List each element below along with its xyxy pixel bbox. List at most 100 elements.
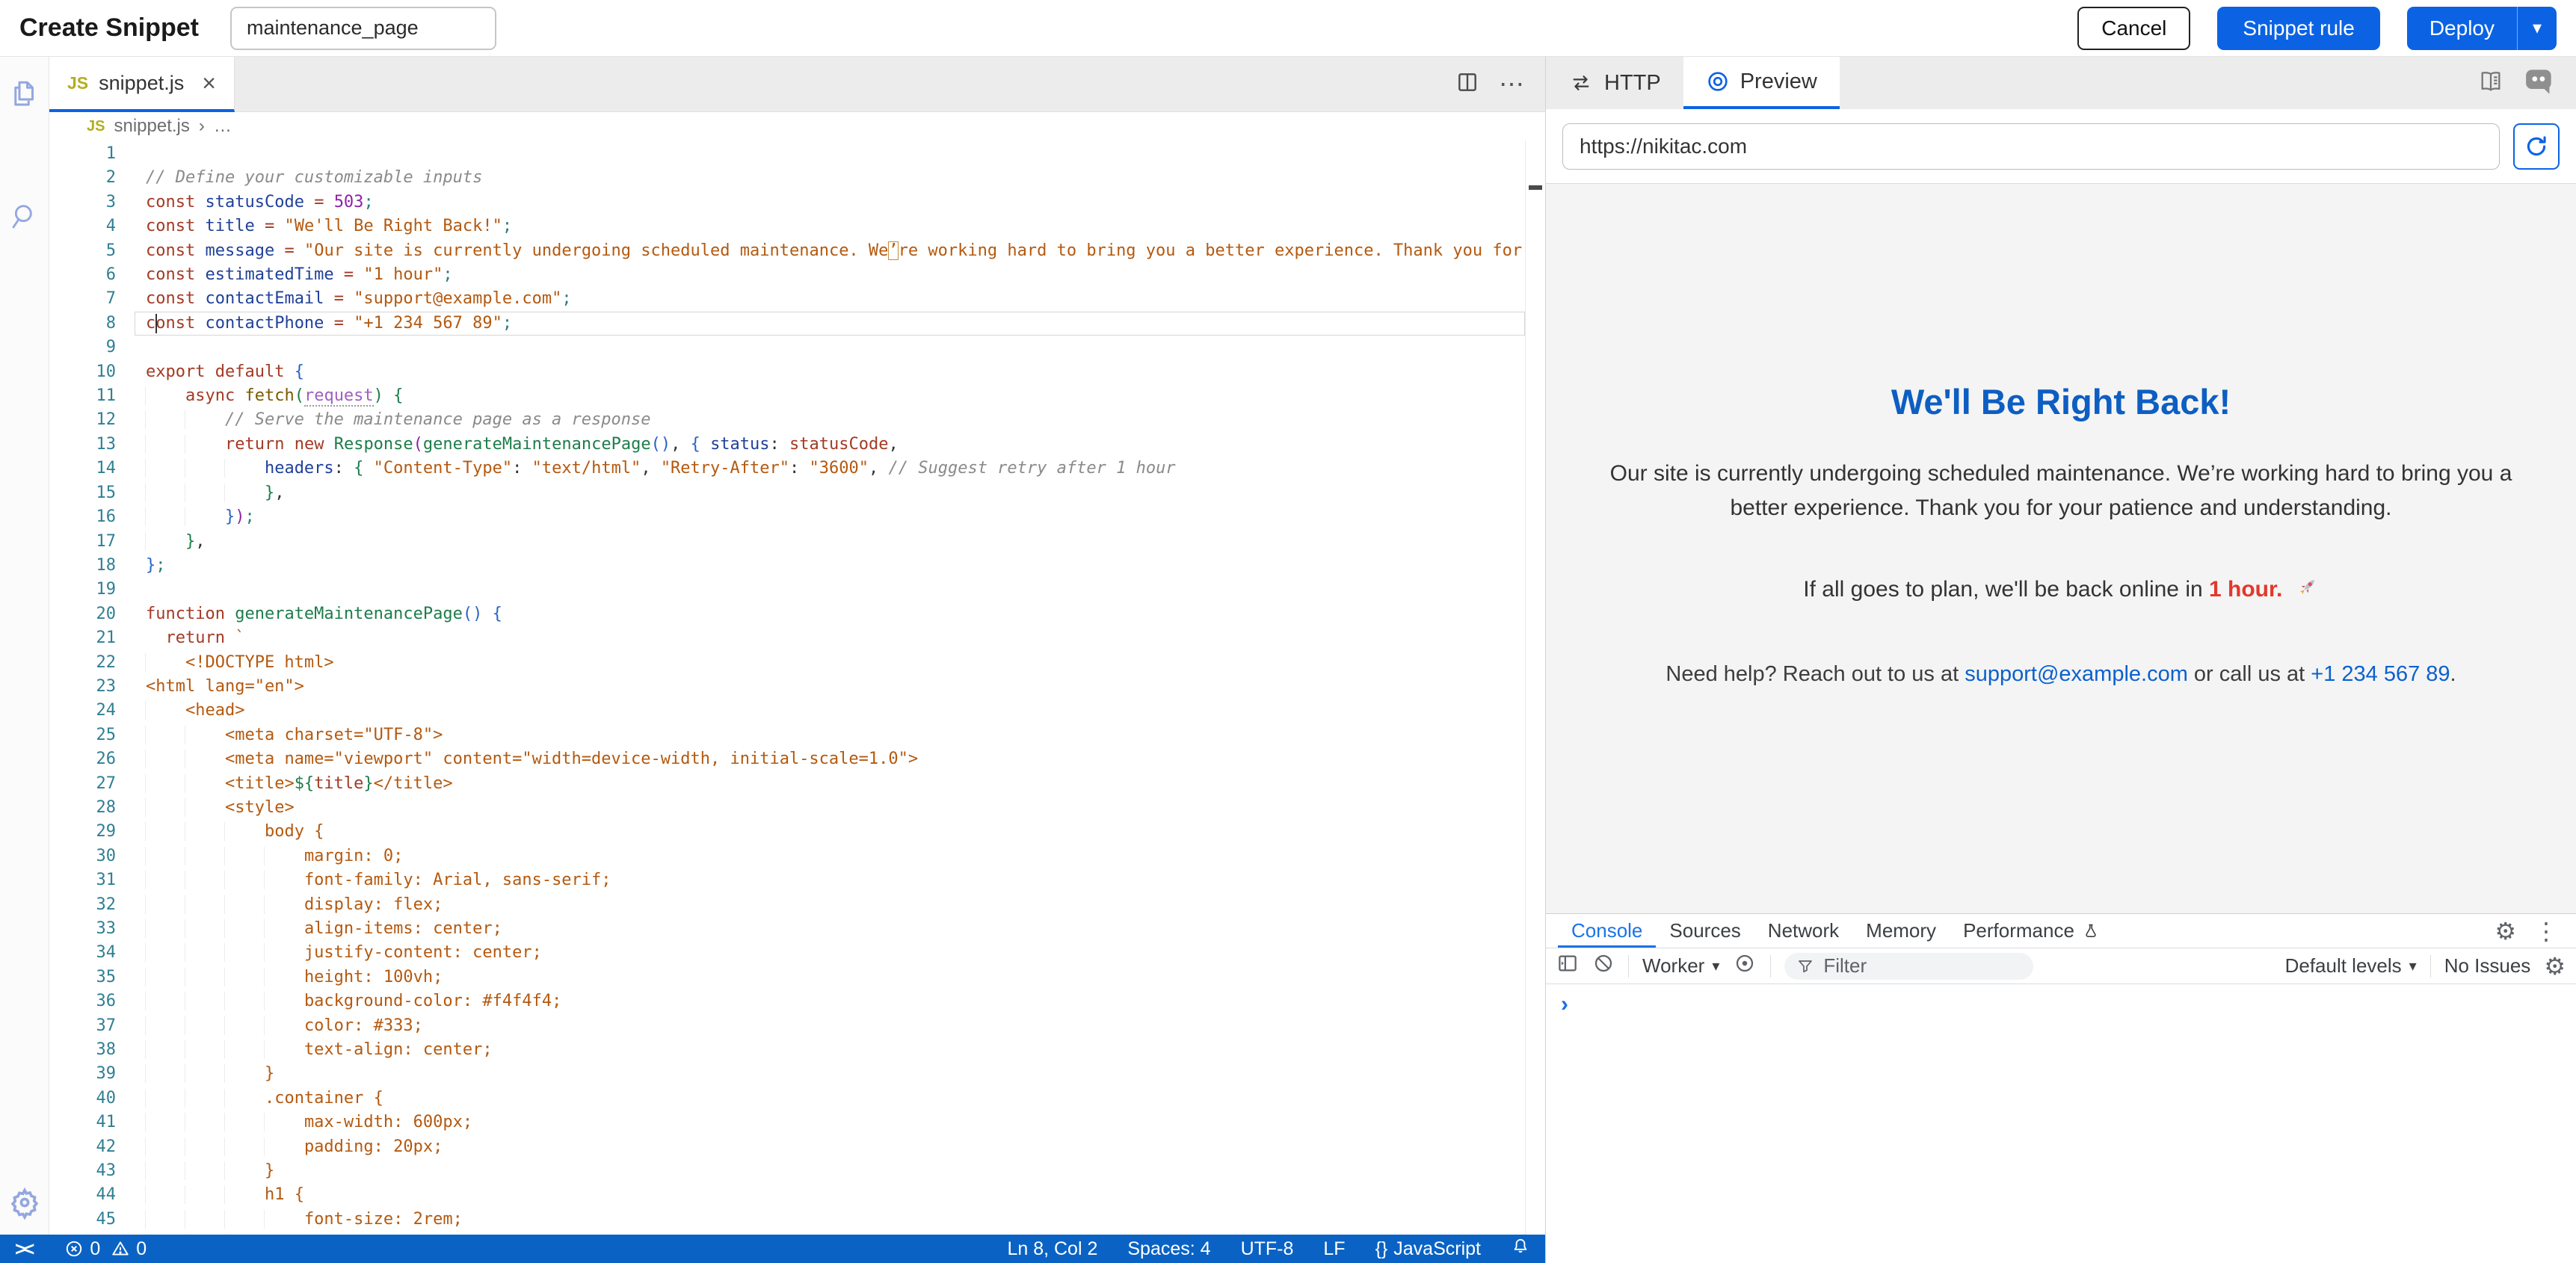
- devtools-tab-sources[interactable]: Sources: [1656, 914, 1754, 948]
- settings-gear-icon[interactable]: [7, 1185, 42, 1220]
- breadcrumb-file[interactable]: snippet.js: [114, 116, 189, 137]
- code-line[interactable]: 2// Define your customizable inputs: [49, 166, 1525, 190]
- deploy-button[interactable]: Deploy ▾: [2407, 7, 2557, 50]
- code-line[interactable]: 10export default {: [49, 360, 1525, 384]
- code-line[interactable]: 31 font-family: Arial, sans-serif;: [49, 868, 1525, 892]
- tab-close-icon[interactable]: ×: [202, 71, 216, 95]
- code-line[interactable]: 6const estimatedTime = "1 hour";: [49, 263, 1525, 287]
- code-line[interactable]: 5const message = "Our site is currently …: [49, 239, 1525, 263]
- code-line[interactable]: 11 async fetch(request) {: [49, 384, 1525, 408]
- code-line[interactable]: 14 headers: { "Content-Type": "text/html…: [49, 457, 1525, 481]
- problems-errors[interactable]: 0: [64, 1238, 100, 1260]
- encoding[interactable]: UTF-8: [1241, 1238, 1294, 1260]
- code-line[interactable]: 45 font-size: 2rem;: [49, 1208, 1525, 1232]
- code-line[interactable]: 1: [49, 142, 1525, 166]
- code-line[interactable]: 3const statusCode = 503;: [49, 191, 1525, 214]
- code-line[interactable]: 4const title = "We'll Be Right Back!";: [49, 214, 1525, 238]
- tab-http[interactable]: HTTP: [1546, 57, 1683, 109]
- code-line[interactable]: 24 <head>: [49, 699, 1525, 723]
- devtools-tab-memory[interactable]: Memory: [1852, 914, 1950, 948]
- code-line[interactable]: 22 <!DOCTYPE html>: [49, 651, 1525, 675]
- activity-bar: [0, 57, 49, 1235]
- cursor-position[interactable]: Ln 8, Col 2: [1007, 1238, 1097, 1260]
- devtools-tab-performance[interactable]: Performance: [1950, 914, 2113, 948]
- code-line[interactable]: 7const contactEmail = "support@example.c…: [49, 287, 1525, 311]
- console-filter-input[interactable]: Filter: [1784, 953, 2033, 980]
- code-lines[interactable]: 12// Define your customizable inputs3con…: [49, 142, 1525, 1235]
- code-editor[interactable]: 12// Define your customizable inputs3con…: [49, 140, 1545, 1235]
- more-actions-icon[interactable]: ⋯: [1499, 70, 1526, 99]
- code-line[interactable]: 44 h1 {: [49, 1183, 1525, 1207]
- code-line[interactable]: 9: [49, 336, 1525, 359]
- deploy-caret-icon[interactable]: ▾: [2518, 17, 2557, 39]
- code-line[interactable]: 20function generateMaintenancePage() {: [49, 602, 1525, 626]
- code-line[interactable]: 35 height: 100vh;: [49, 966, 1525, 989]
- url-input[interactable]: [1562, 123, 2500, 170]
- code-line[interactable]: 38 text-align: center;: [49, 1038, 1525, 1062]
- console-settings-icon[interactable]: ⚙: [2544, 954, 2566, 978]
- code-line[interactable]: 32 display: flex;: [49, 893, 1525, 917]
- devtools-kebab-icon[interactable]: ⋮: [2534, 919, 2558, 943]
- code-line[interactable]: 39 }: [49, 1062, 1525, 1086]
- clear-console-icon[interactable]: [1592, 952, 1615, 980]
- snippet-name-input[interactable]: [230, 7, 496, 50]
- code-line[interactable]: 37 color: #333;: [49, 1014, 1525, 1038]
- code-line[interactable]: 18};: [49, 554, 1525, 578]
- cancel-button[interactable]: Cancel: [2077, 7, 2190, 50]
- reload-button[interactable]: [2513, 123, 2560, 170]
- files-icon[interactable]: [9, 78, 40, 111]
- code-line[interactable]: 25 <meta charset="UTF-8">: [49, 723, 1525, 747]
- support-email-link[interactable]: support@example.com: [1965, 662, 2188, 686]
- editor-scrollbar[interactable]: [1525, 140, 1545, 1235]
- context-selector[interactable]: Worker▾: [1642, 954, 1719, 978]
- code-line[interactable]: 23<html lang="en">: [49, 675, 1525, 699]
- problems-warnings[interactable]: 0: [111, 1238, 147, 1260]
- code-line[interactable]: 27 <title>${title}</title>: [49, 772, 1525, 796]
- issues-counter[interactable]: No Issues: [2444, 954, 2531, 978]
- code-line[interactable]: 15 },: [49, 481, 1525, 505]
- notifications-bell-icon[interactable]: [1511, 1237, 1530, 1262]
- tab-snippet-js[interactable]: JS snippet.js ×: [49, 57, 235, 112]
- code-line[interactable]: 36 background-color: #f4f4f4;: [49, 989, 1525, 1013]
- code-line[interactable]: 34 justify-content: center;: [49, 941, 1525, 965]
- code-line[interactable]: 26 <meta name="viewport" content="width=…: [49, 747, 1525, 771]
- code-line[interactable]: 46 color: #0056b3;: [49, 1232, 1525, 1235]
- code-line[interactable]: 30 margin: 0;: [49, 844, 1525, 868]
- discord-icon[interactable]: [2525, 68, 2554, 99]
- eol-sequence[interactable]: LF: [1323, 1238, 1345, 1260]
- code-line[interactable]: 41 max-width: 600px;: [49, 1111, 1525, 1134]
- breadcrumb-more[interactable]: …: [214, 116, 232, 137]
- tab-preview[interactable]: Preview: [1683, 57, 1840, 109]
- code-line[interactable]: 16 });: [49, 505, 1525, 529]
- breadcrumb[interactable]: JS snippet.js › …: [49, 112, 1545, 140]
- code-line[interactable]: 17 },: [49, 530, 1525, 554]
- console-prompt-chevron[interactable]: ›: [1561, 992, 1568, 1016]
- support-phone-link[interactable]: +1 234 567 89: [2311, 662, 2450, 686]
- search-icon[interactable]: [10, 200, 40, 232]
- language-mode[interactable]: {} JavaScript: [1375, 1238, 1481, 1260]
- code-line[interactable]: 40 .container {: [49, 1087, 1525, 1111]
- snippet-rule-button[interactable]: Snippet rule: [2217, 7, 2379, 50]
- code-line[interactable]: 43 }: [49, 1159, 1525, 1183]
- code-line[interactable]: 13 return new Response(generateMaintenan…: [49, 433, 1525, 457]
- code-line[interactable]: 28 <style>: [49, 796, 1525, 820]
- live-expression-eye-icon[interactable]: [1733, 952, 1757, 980]
- docs-book-icon[interactable]: [2477, 69, 2504, 98]
- breadcrumb-chevron-icon: ›: [199, 116, 205, 137]
- console-sidebar-toggle-icon[interactable]: [1556, 952, 1579, 980]
- indentation[interactable]: Spaces: 4: [1127, 1238, 1210, 1260]
- log-levels-dropdown[interactable]: Default levels▾: [2285, 954, 2417, 978]
- devtools-settings-icon[interactable]: ⚙: [2495, 919, 2516, 943]
- devtools-tab-network[interactable]: Network: [1754, 914, 1852, 948]
- code-line[interactable]: 29 body {: [49, 820, 1525, 844]
- remote-indicator-icon[interactable]: ><: [15, 1238, 31, 1261]
- code-line[interactable]: 12 // Serve the maintenance page as a re…: [49, 408, 1525, 432]
- code-line[interactable]: 8const contactPhone = "+1 234 567 89";: [49, 312, 1525, 336]
- code-line[interactable]: 33 align-items: center;: [49, 917, 1525, 941]
- code-line[interactable]: 21 return `: [49, 626, 1525, 650]
- split-editor-icon[interactable]: [1455, 70, 1479, 98]
- code-line[interactable]: 42 padding: 20px;: [49, 1135, 1525, 1159]
- code-line[interactable]: 19: [49, 578, 1525, 602]
- console-messages[interactable]: ›: [1546, 984, 2576, 1263]
- devtools-tab-console[interactable]: Console: [1558, 914, 1656, 948]
